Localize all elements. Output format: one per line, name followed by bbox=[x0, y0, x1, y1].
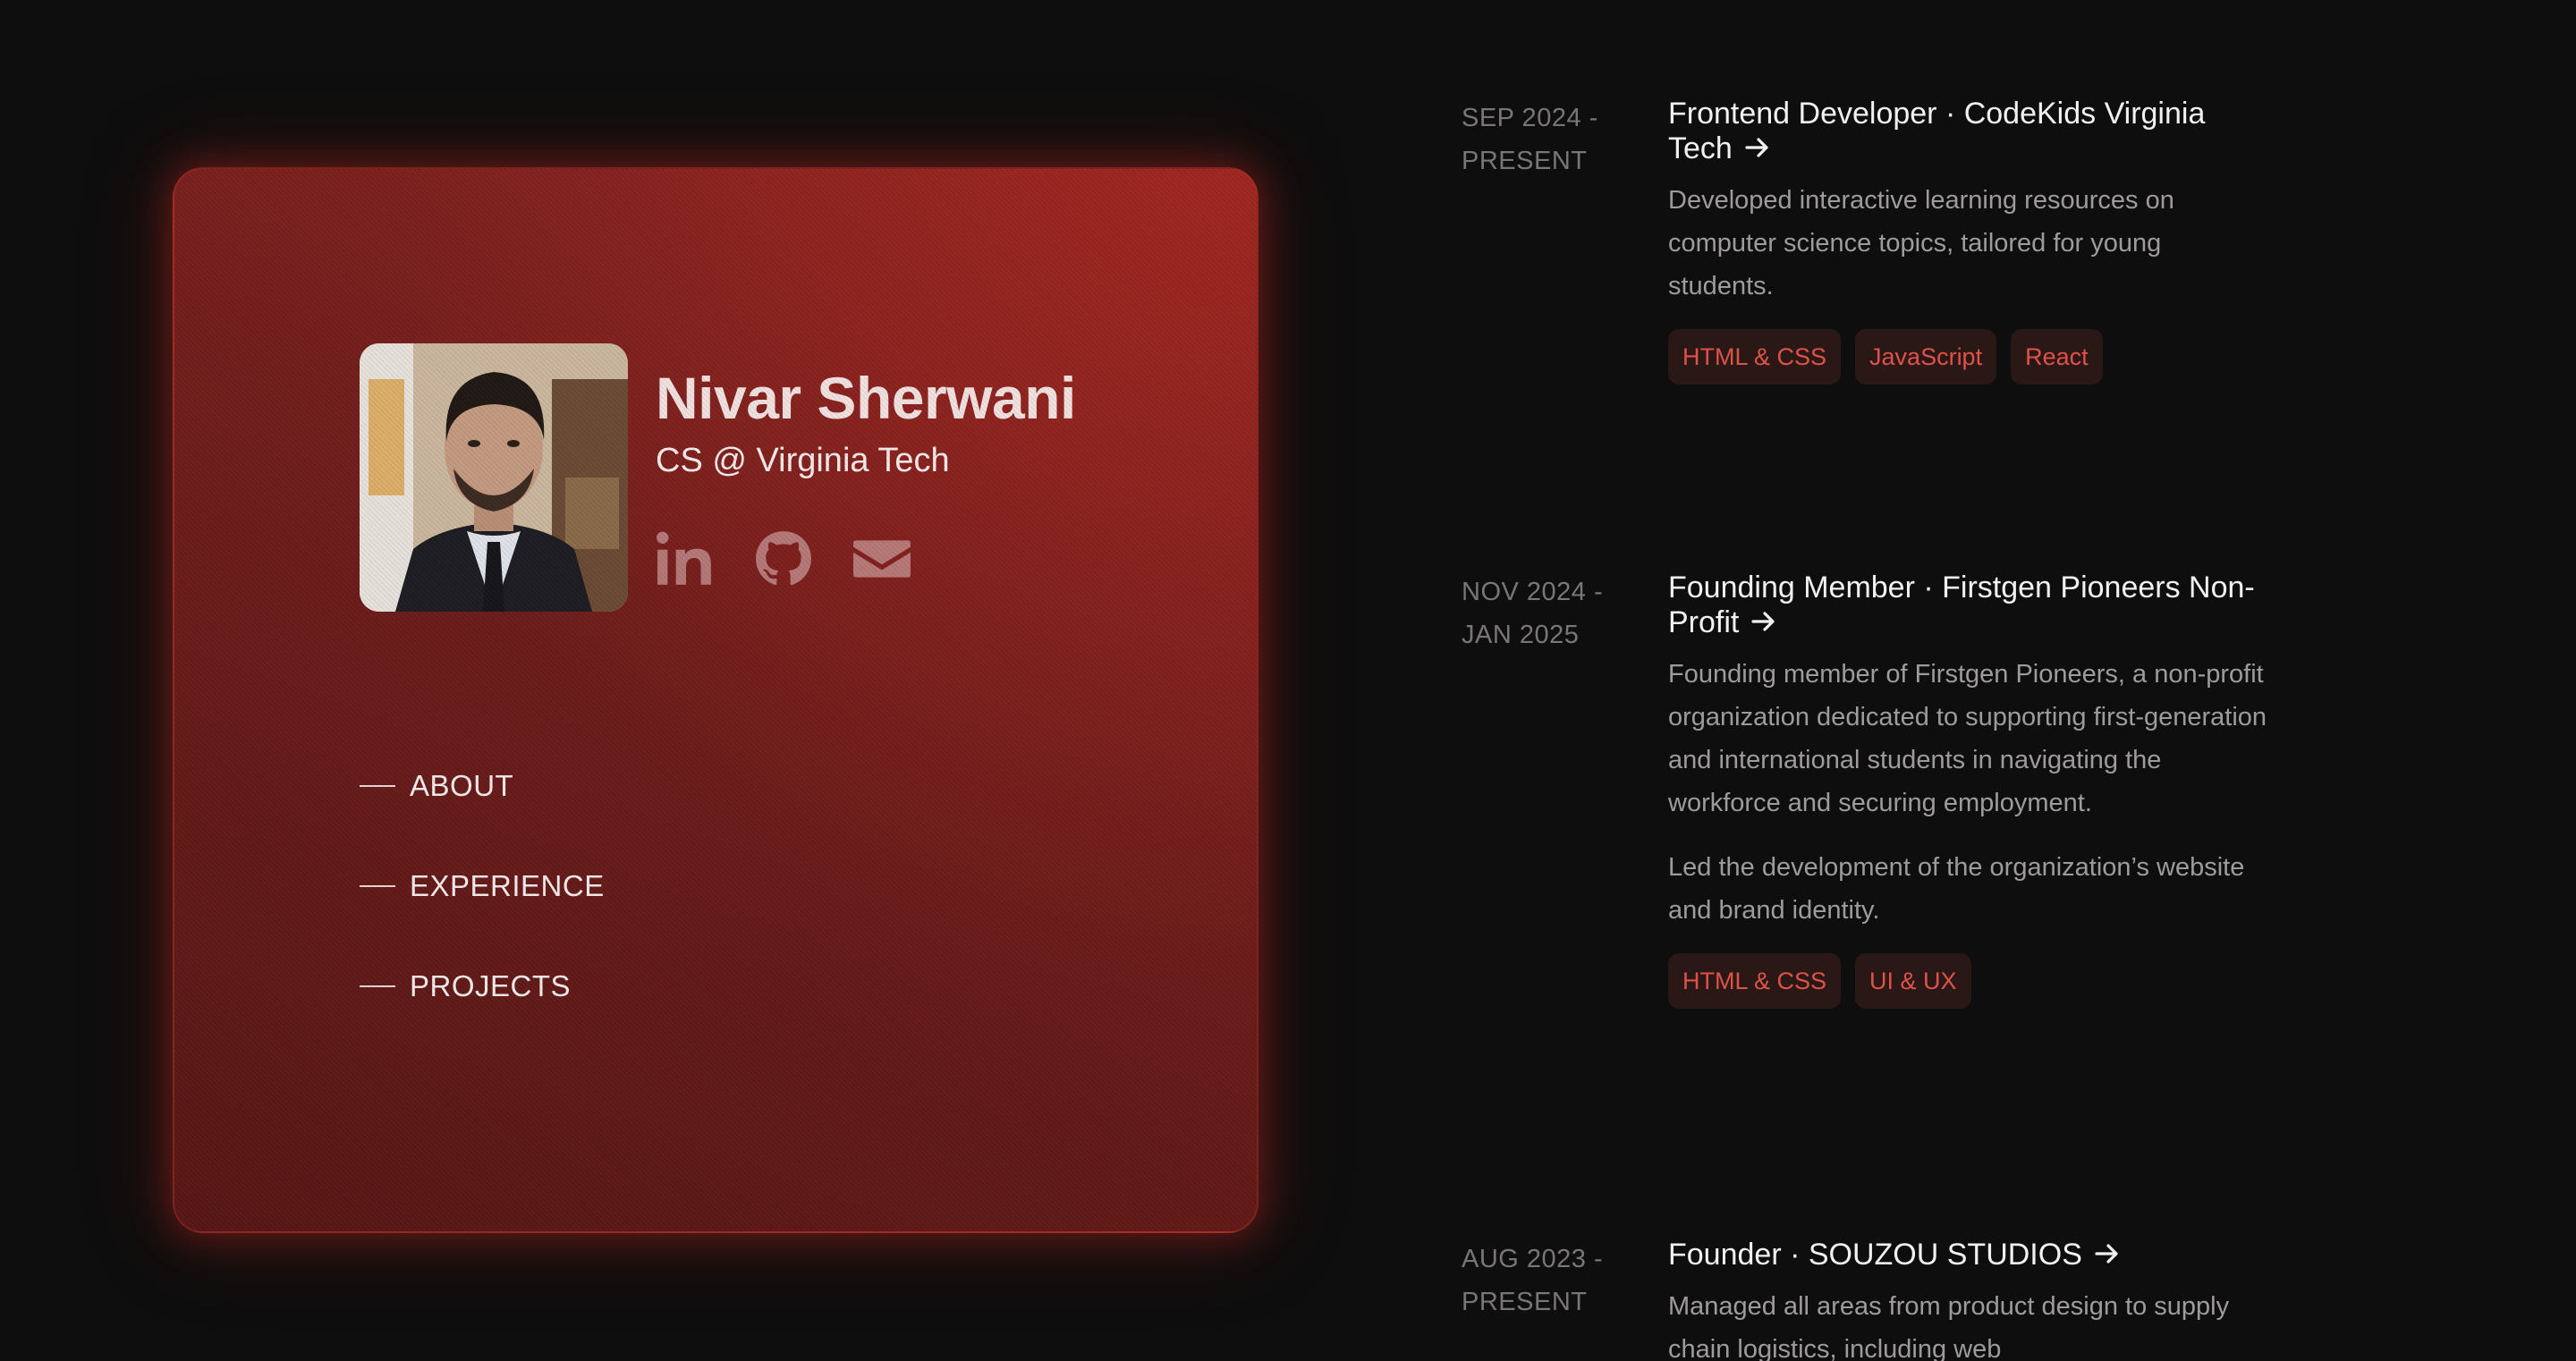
date-start: SEP 2024 - bbox=[1462, 104, 1598, 132]
tech-tag: React bbox=[2011, 329, 2103, 385]
experience-date: NOV 2024 - JAN 2025 bbox=[1462, 571, 1640, 656]
experience-title-link[interactable]: Founder · SOUZOU STUDIOS bbox=[1668, 1238, 2269, 1272]
tech-tag: HTML & CSS bbox=[1668, 953, 1842, 1009]
experience-description: Led the development of the organization’… bbox=[1668, 853, 2245, 925]
experience-description: Founding member of Firstgen Pioneers, a … bbox=[1668, 660, 2267, 817]
tag-list: HTML & CSS JavaScript React bbox=[1668, 329, 2269, 385]
tech-tag: JavaScript bbox=[1855, 329, 1997, 385]
profile-tagline: CS @ Virginia Tech bbox=[656, 442, 950, 479]
portfolio-page: Nivar Sherwani CS @ Virginia Tech ABOUT … bbox=[0, 0, 2576, 1361]
nav-item-experience[interactable]: EXPERIENCE bbox=[360, 859, 605, 913]
nav-indicator-line bbox=[360, 985, 395, 987]
experience-body: Frontend Developer · CodeKids Virginia T… bbox=[1668, 97, 2269, 385]
social-links bbox=[656, 529, 911, 588]
profile-card: Nivar Sherwani CS @ Virginia Tech ABOUT … bbox=[173, 167, 1258, 1233]
date-end: PRESENT bbox=[1462, 1288, 1588, 1316]
linkedin-icon[interactable] bbox=[656, 529, 715, 588]
profile-name: Nivar Sherwani bbox=[656, 365, 1076, 431]
experience-date: AUG 2023 - PRESENT bbox=[1462, 1238, 1640, 1323]
date-end: PRESENT bbox=[1462, 147, 1588, 175]
date-end: JAN 2025 bbox=[1462, 621, 1580, 649]
section-nav: ABOUT EXPERIENCE PROJECTS bbox=[360, 759, 605, 1060]
mail-icon[interactable] bbox=[852, 529, 911, 588]
experience-date: SEP 2024 - PRESENT bbox=[1462, 97, 1640, 182]
nav-label: ABOUT bbox=[410, 769, 514, 802]
date-start: AUG 2023 - bbox=[1462, 1245, 1604, 1273]
date-start: NOV 2024 - bbox=[1462, 578, 1604, 606]
nav-indicator-line bbox=[360, 885, 395, 887]
nav-label: EXPERIENCE bbox=[410, 869, 605, 902]
experience-title: Founder · SOUZOU STUDIOS bbox=[1668, 1238, 2082, 1272]
tech-tag: UI & UX bbox=[1855, 953, 1971, 1009]
github-icon[interactable] bbox=[754, 529, 813, 588]
tag-list: HTML & CSS UI & UX bbox=[1668, 953, 2269, 1009]
arrow-right-icon bbox=[1743, 133, 1772, 162]
arrow-right-icon bbox=[1750, 607, 1778, 636]
experience-body: Founder · SOUZOU STUDIOS Managed all are… bbox=[1668, 1238, 2269, 1361]
experience-description: Developed interactive learning resources… bbox=[1668, 186, 2174, 300]
experience-description: Managed all areas from product design to… bbox=[1668, 1292, 2230, 1361]
nav-indicator-line bbox=[360, 785, 395, 787]
arrow-right-icon bbox=[2093, 1239, 2122, 1268]
nav-item-about[interactable]: ABOUT bbox=[360, 759, 605, 813]
profile-photo bbox=[360, 343, 628, 612]
experience-title-link[interactable]: Founding Member · Firstgen Pioneers Non-… bbox=[1668, 571, 2269, 640]
tech-tag: HTML & CSS bbox=[1668, 329, 1842, 385]
nav-item-projects[interactable]: PROJECTS bbox=[360, 959, 605, 1013]
nav-label: PROJECTS bbox=[410, 969, 572, 1002]
experience-body: Founding Member · Firstgen Pioneers Non-… bbox=[1668, 571, 2269, 1009]
experience-title-link[interactable]: Frontend Developer · CodeKids Virginia T… bbox=[1668, 97, 2269, 166]
